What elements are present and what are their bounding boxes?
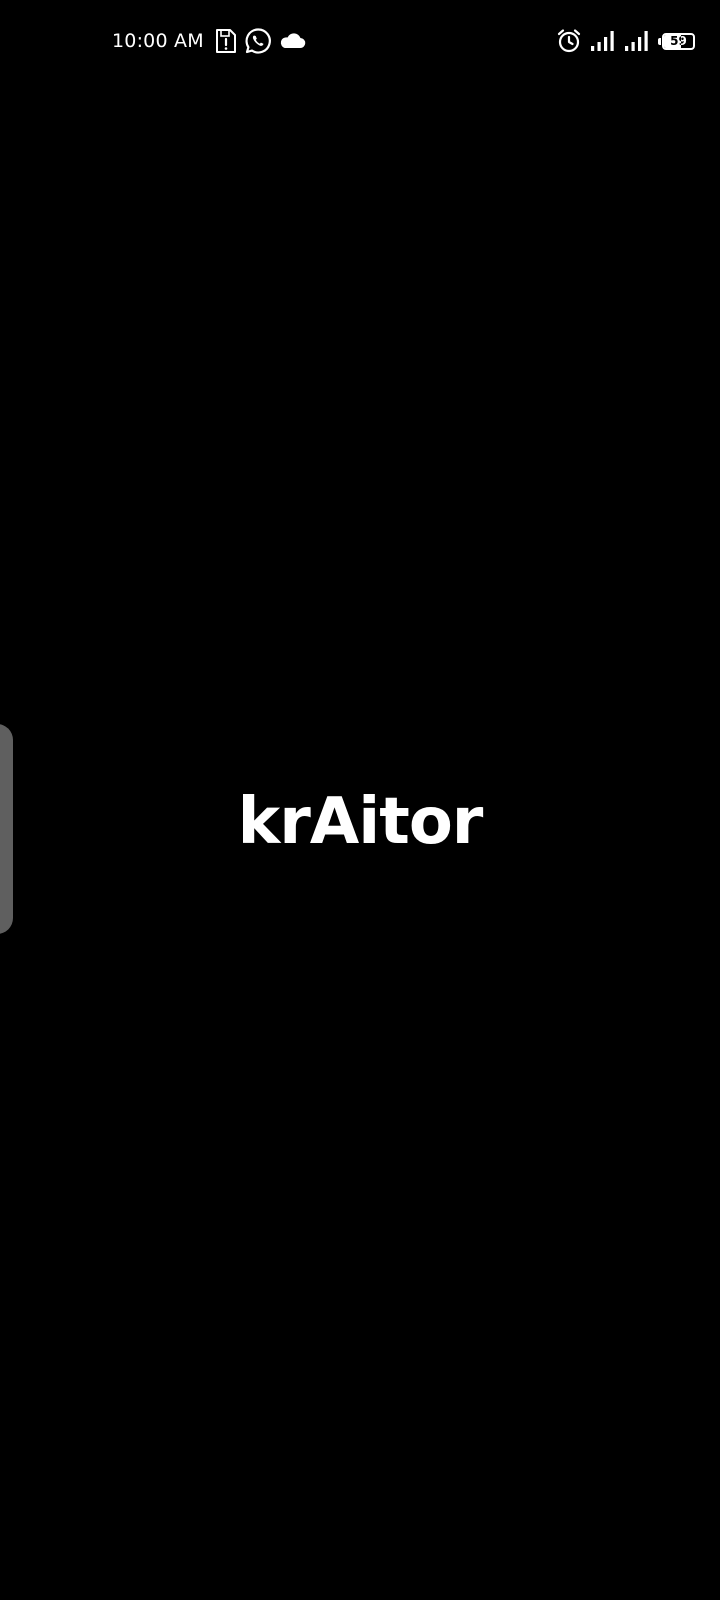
battery-level: 59 (670, 34, 687, 48)
alarm-icon (556, 28, 582, 54)
cloud-icon (278, 31, 306, 51)
signal-sim2-icon (624, 30, 650, 52)
splash-screen: 10:00 AM 59 krAitor (0, 0, 720, 1600)
status-bar-right: 59 (556, 24, 696, 58)
whatsapp-icon (244, 27, 272, 55)
status-bar-left: 10:00 AM (112, 24, 306, 58)
status-bar: 10:00 AM 59 (0, 0, 720, 80)
battery-cap (658, 37, 661, 45)
app-logo-text: krAitor (237, 785, 484, 859)
status-time: 10:00 AM (112, 30, 204, 52)
battery-body: 59 (662, 32, 695, 50)
signal-sim1-icon (590, 30, 616, 52)
sd-card-alert-icon (214, 28, 238, 54)
battery-icon: 59 (658, 32, 696, 51)
